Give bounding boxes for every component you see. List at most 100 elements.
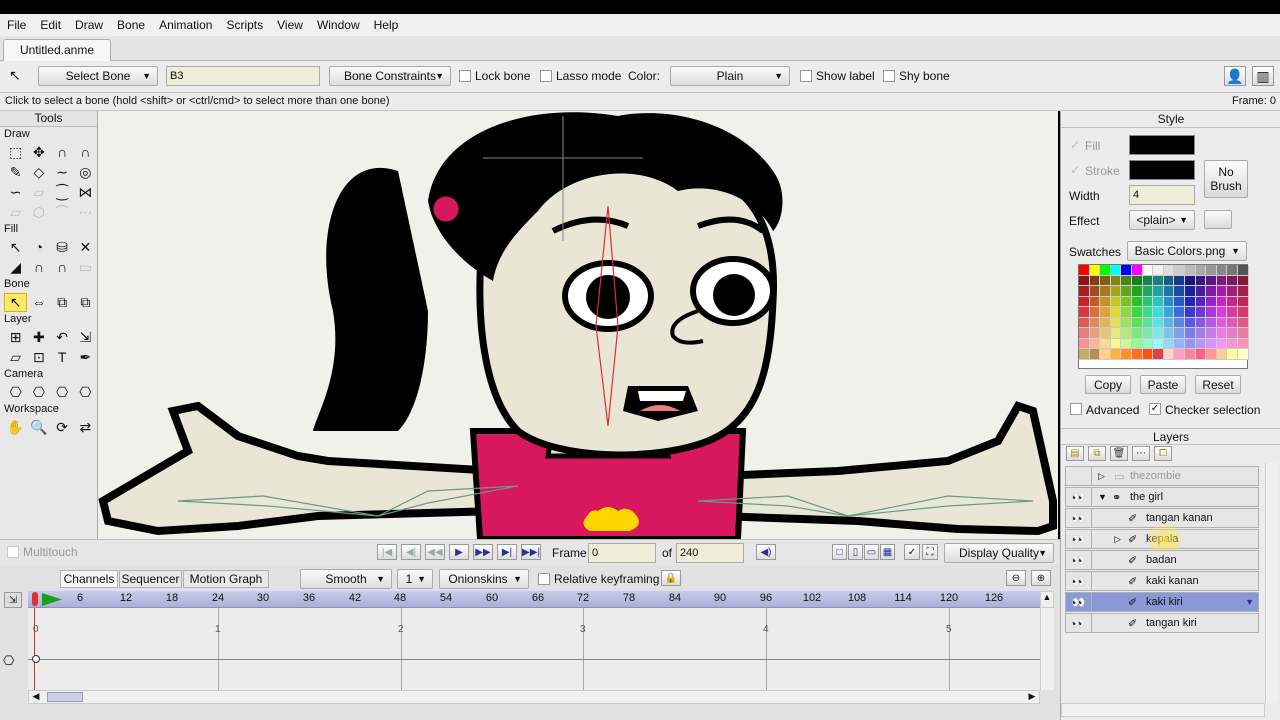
translate-bone-icon[interactable]: ⇔ bbox=[27, 293, 50, 312]
noise-icon[interactable]: ⬡ bbox=[27, 203, 50, 222]
bone-color-dropdown[interactable]: Plain ▼ bbox=[670, 66, 790, 86]
create-shape-icon[interactable]: ◔ bbox=[27, 238, 50, 257]
stroke-exposure-icon[interactable]: ∩ bbox=[51, 258, 74, 277]
timeline-horizontal-scrollbar[interactable]: ◀ ▶ bbox=[28, 690, 1040, 704]
menu-help[interactable]: Help bbox=[367, 18, 406, 32]
effect-settings-button[interactable] bbox=[1204, 210, 1232, 229]
first-frame-icon[interactable]: |◀ bbox=[377, 544, 397, 560]
zoom-camera-icon[interactable]: ⎔ bbox=[27, 383, 50, 402]
collapse-arrow-icon[interactable]: ▼ bbox=[1098, 492, 1107, 502]
pan-tilt-camera-icon[interactable]: ⎔ bbox=[74, 383, 97, 402]
eye-icon[interactable]: 👀 bbox=[1066, 529, 1092, 549]
magnet-icon[interactable]: ∩ bbox=[74, 143, 97, 162]
track-camera-icon[interactable]: ⎔ bbox=[4, 383, 27, 402]
copy-style-button[interactable]: Copy bbox=[1085, 375, 1131, 394]
expand-arrow-icon[interactable]: ▷ bbox=[1098, 471, 1105, 482]
last-frame-icon[interactable]: ▶▶| bbox=[521, 544, 541, 560]
menu-file[interactable]: File bbox=[0, 18, 33, 32]
add-point-icon[interactable]: ◇ bbox=[27, 163, 50, 182]
relative-keyframing-checkbox[interactable] bbox=[538, 573, 550, 585]
bend-icon[interactable]: ▱ bbox=[4, 203, 27, 222]
tool-mode-dropdown[interactable]: Select Bone ▼ bbox=[38, 66, 158, 86]
zoom-out-icon[interactable]: ⊖ bbox=[1006, 570, 1026, 586]
menu-window[interactable]: Window bbox=[310, 18, 367, 32]
bone-constraints-dropdown[interactable]: Bone Constraints ▼ bbox=[329, 66, 451, 86]
shy-bone-checkbox[interactable] bbox=[883, 70, 895, 82]
show-label-checkbox[interactable] bbox=[800, 70, 812, 82]
effect-dropdown[interactable]: <plain> ▼ bbox=[1129, 210, 1195, 230]
play-icon[interactable]: ▶ bbox=[449, 544, 469, 560]
step-dropdown[interactable]: 1 ▼ bbox=[397, 569, 433, 589]
character-panel-icon[interactable]: 👤 bbox=[1224, 66, 1246, 86]
interpolation-dropdown[interactable]: Smooth ▼ bbox=[300, 569, 392, 589]
pen-icon[interactable]: ✎ bbox=[4, 163, 27, 182]
menu-edit[interactable]: Edit bbox=[33, 18, 68, 32]
stroke-color-swatch[interactable] bbox=[1129, 160, 1195, 180]
visibility-toggle-icon[interactable] bbox=[1066, 466, 1092, 486]
layer-row[interactable]: 👀 ▷ ✐ kepala bbox=[1065, 524, 1259, 558]
view-split-horizontal-icon[interactable]: ▭ bbox=[864, 544, 879, 560]
scale-layer-icon[interactable]: ⇲ bbox=[74, 328, 97, 347]
color-swatch-grid[interactable] bbox=[1078, 264, 1249, 369]
library-panel-icon[interactable]: ▥ bbox=[1252, 66, 1274, 86]
view-quad-icon[interactable]: ▦ bbox=[880, 544, 895, 560]
frame-border-icon[interactable]: ⛶ bbox=[922, 544, 938, 560]
advanced-checkbox[interactable] bbox=[1070, 403, 1082, 415]
eyedropper-icon[interactable]: ✒ bbox=[74, 348, 97, 367]
menu-bone[interactable]: Bone bbox=[110, 18, 152, 32]
hand-pan-icon[interactable]: ✋ bbox=[4, 418, 27, 437]
eye-icon[interactable]: 👀 bbox=[1066, 592, 1092, 612]
scatter-brush-icon[interactable]: ∽ bbox=[4, 183, 27, 202]
scroll-thumb[interactable] bbox=[47, 692, 83, 702]
curve-exposure-icon[interactable]: ▭ bbox=[74, 258, 97, 277]
keyframe[interactable] bbox=[32, 655, 40, 663]
lock-icon[interactable]: 🔒 bbox=[661, 570, 681, 586]
menu-animation[interactable]: Animation bbox=[152, 18, 219, 32]
view-single-icon[interactable]: □ bbox=[832, 544, 847, 560]
next-keyframe-icon[interactable]: ▶| bbox=[497, 544, 517, 560]
quality-check-icon[interactable]: ✓ bbox=[904, 544, 920, 560]
zoom-in-icon[interactable]: ⊕ bbox=[1031, 570, 1051, 586]
rotate-workspace-icon[interactable]: ⟳ bbox=[51, 418, 74, 437]
perspective-icon[interactable]: ⁐ bbox=[51, 183, 74, 202]
reset-style-button[interactable]: Reset bbox=[1195, 375, 1241, 394]
eye-icon[interactable]: 👀 bbox=[1066, 550, 1092, 570]
document-tab[interactable]: Untitled.anme bbox=[3, 39, 111, 61]
paste-style-button[interactable]: Paste bbox=[1140, 375, 1186, 394]
fill-color-swatch[interactable] bbox=[1129, 135, 1195, 155]
bone-name-input[interactable]: B3 bbox=[166, 66, 320, 86]
layers-horizontal-scrollbar[interactable] bbox=[1061, 703, 1265, 717]
previous-keyframe-icon[interactable]: ◀| bbox=[401, 544, 421, 560]
lasso-mode-checkbox[interactable] bbox=[540, 70, 552, 82]
timeline-options-icon[interactable]: ⇲ bbox=[4, 592, 22, 608]
zoom-icon[interactable]: 🔍 bbox=[27, 418, 50, 437]
step-forward-icon[interactable]: ▶▶ bbox=[473, 544, 493, 560]
eye-icon[interactable]: 👀 bbox=[1066, 613, 1092, 633]
timeline-vertical-scrollbar[interactable] bbox=[1040, 608, 1054, 690]
lock-bone-checkbox[interactable] bbox=[459, 70, 471, 82]
new-layer-icon[interactable]: ▤ bbox=[1066, 446, 1084, 461]
delete-shape-icon[interactable]: ✕ bbox=[74, 238, 97, 257]
rotate-layer-icon[interactable]: ↶ bbox=[51, 328, 74, 347]
tab-sequencer[interactable]: Sequencer bbox=[119, 570, 182, 588]
eye-icon[interactable]: 👀 bbox=[1066, 487, 1092, 507]
width-input[interactable]: 4 bbox=[1129, 185, 1195, 205]
delete-layer-icon[interactable]: 🗑 bbox=[1110, 446, 1128, 461]
tab-motion-graph[interactable]: Motion Graph bbox=[183, 570, 269, 588]
canvas-viewport[interactable] bbox=[98, 111, 1058, 539]
layer-row[interactable]: 👀 ▼ ⚭ the girl bbox=[1065, 487, 1259, 507]
multitouch-checkbox[interactable] bbox=[7, 546, 19, 558]
eye-icon[interactable]: 👀 bbox=[1066, 571, 1092, 591]
transform-points-icon[interactable]: ⬚ bbox=[4, 143, 27, 162]
curvature-icon[interactable]: ∩ bbox=[51, 143, 74, 162]
duplicate-layer-icon[interactable]: ⧉ bbox=[1088, 446, 1106, 461]
text-icon[interactable]: T bbox=[51, 348, 74, 367]
eraser-icon[interactable]: ▱ bbox=[27, 183, 50, 202]
menu-draw[interactable]: Draw bbox=[68, 18, 110, 32]
curve-profile-icon[interactable]: ⋯ bbox=[74, 203, 97, 222]
timeline-ruler[interactable]: 6 12 18 24 30 36 42 48 54 60 66 72 78 84… bbox=[28, 591, 1040, 608]
more-options-icon[interactable]: ⋯ bbox=[1132, 446, 1150, 461]
eye-icon[interactable]: 👀 bbox=[1066, 508, 1092, 528]
line-width-icon[interactable]: ◢ bbox=[4, 258, 27, 277]
playhead-marker[interactable] bbox=[32, 592, 38, 606]
